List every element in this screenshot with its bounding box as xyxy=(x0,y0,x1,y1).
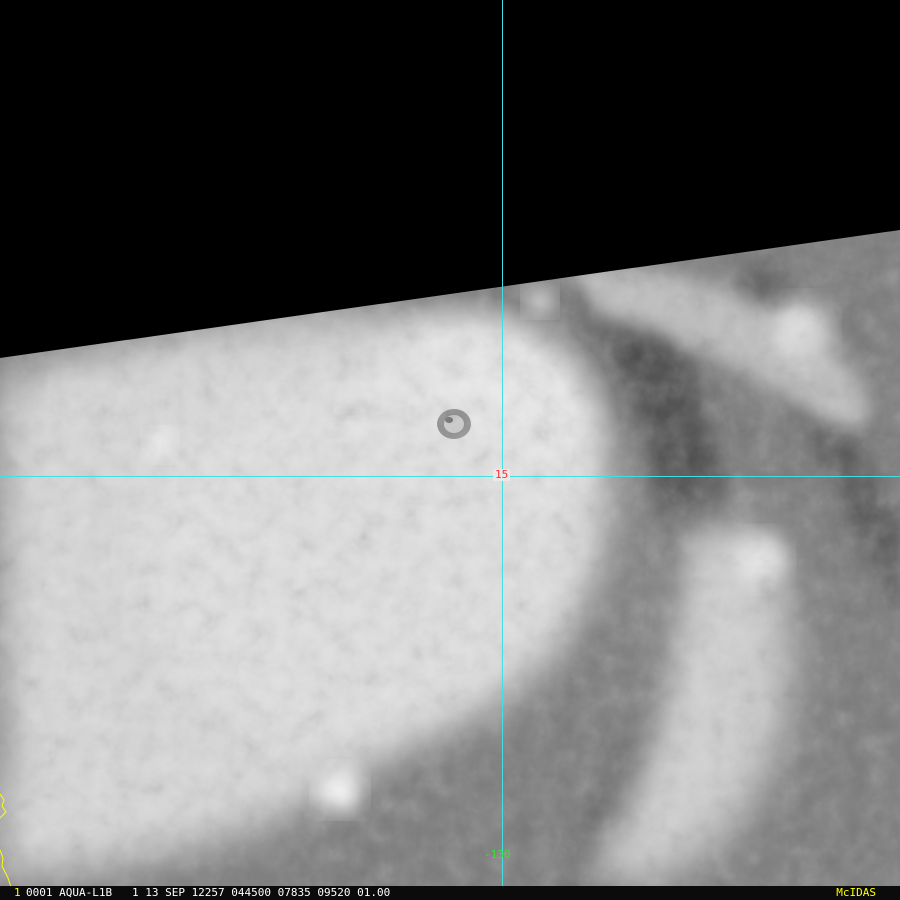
satellite-image xyxy=(0,0,900,900)
longitude-label: -130 xyxy=(484,848,511,861)
satellite-viewer: 15 -130 1 0001 AQUA-L1B 1 13 SEP 12257 0… xyxy=(0,0,900,900)
image-metadata: 0001 AQUA-L1B 1 13 SEP 12257 044500 0783… xyxy=(26,886,391,899)
status-bar: 1 0001 AQUA-L1B 1 13 SEP 12257 044500 07… xyxy=(0,886,900,900)
latitude-label: 15 xyxy=(493,468,511,481)
frame-number: 1 xyxy=(14,886,21,899)
brand-label: McIDAS xyxy=(836,886,876,899)
